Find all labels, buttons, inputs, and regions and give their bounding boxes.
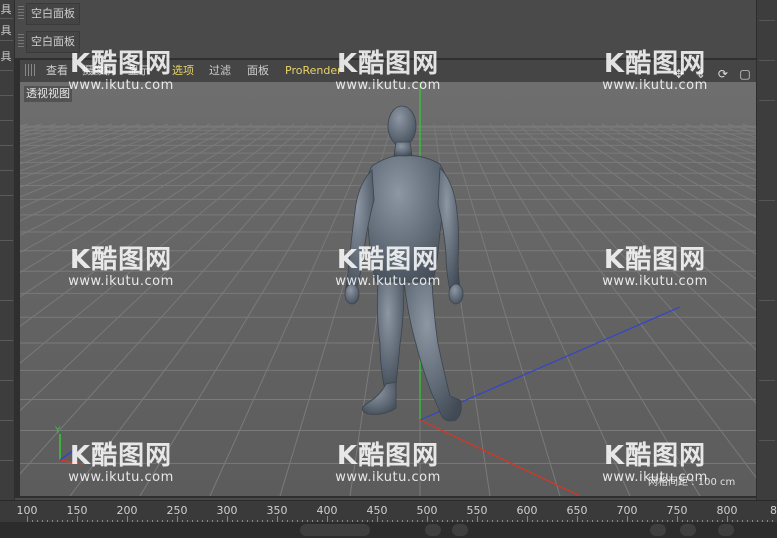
grid-scale-label: 网格间距 : 100 cm <box>648 477 736 488</box>
divider <box>759 200 775 201</box>
divider <box>0 18 13 19</box>
panel-grip-icon[interactable] <box>18 6 24 20</box>
frame-field[interactable] <box>300 524 370 536</box>
divider <box>0 300 13 301</box>
divider <box>0 420 13 421</box>
divider <box>759 380 775 381</box>
axis-gizmo: Y <box>54 426 83 465</box>
tool-tab-3[interactable]: 具 <box>0 48 12 64</box>
divider <box>0 460 13 461</box>
panel-title[interactable]: 空白面板 <box>26 3 80 25</box>
grip-icon[interactable] <box>25 64 37 76</box>
divider <box>0 120 13 121</box>
empty-panel-2: 空白面板 <box>15 29 756 53</box>
divider <box>0 240 13 241</box>
empty-panel-1: 空白面板 <box>15 1 756 25</box>
left-tool-strip: 具 具 具 <box>0 0 15 500</box>
divider <box>0 145 13 146</box>
panel-title[interactable]: 空白面板 <box>26 31 80 53</box>
zoom-view-icon[interactable]: ⇕ <box>694 67 708 81</box>
divider <box>0 340 13 341</box>
divider <box>0 170 13 171</box>
divider <box>0 195 13 196</box>
record-button[interactable] <box>650 524 666 536</box>
viewport-menubar: 查看 摄像机 显示 选项 过滤 面板 ProRender ✥ ⇕ ⟳ ▢ <box>20 60 756 82</box>
menu-filter[interactable]: 过滤 <box>209 63 231 79</box>
divider <box>0 380 13 381</box>
divider <box>0 40 13 41</box>
tool-tab-1[interactable]: 具 <box>0 1 12 17</box>
divider <box>759 60 775 61</box>
axis-y-label: Y <box>54 426 61 436</box>
viewport-nav-icons: ✥ ⇕ ⟳ ▢ <box>669 63 752 81</box>
ruler-tick-label: 85 <box>770 504 777 517</box>
divider <box>759 100 775 101</box>
playback-controls <box>0 522 777 538</box>
divider <box>0 95 13 96</box>
menu-view[interactable]: 查看 <box>46 63 68 79</box>
move-view-icon[interactable]: ✥ <box>672 67 686 81</box>
viewport-canvas[interactable] <box>20 82 756 496</box>
rotate-view-icon[interactable]: ⟳ <box>716 67 730 81</box>
divider <box>759 440 775 441</box>
divider <box>759 300 775 301</box>
view-label[interactable]: 透视视图 <box>24 86 72 102</box>
menu-camera[interactable]: 摄像机 <box>82 63 115 79</box>
menu-panel[interactable]: 面板 <box>247 63 269 79</box>
play-button[interactable] <box>425 524 441 536</box>
divider <box>759 20 775 21</box>
panel-grip-icon[interactable] <box>18 34 24 48</box>
menu-options[interactable]: 选项 <box>172 63 194 79</box>
step-button[interactable] <box>452 524 468 536</box>
keyframe-button[interactable] <box>680 524 696 536</box>
settings-button[interactable] <box>718 524 734 536</box>
menu-prorender[interactable]: ProRender <box>285 63 342 79</box>
timeline-ruler[interactable]: 100 150 200 250 300 350 400 450 500 550 600 650 700 7… <box>0 500 777 523</box>
divider <box>0 70 13 71</box>
tool-tab-2[interactable]: 具 <box>0 22 12 38</box>
menu-display[interactable]: 显示 <box>128 63 150 79</box>
right-tool-strip <box>756 0 777 500</box>
maximize-view-icon[interactable]: ▢ <box>738 67 752 81</box>
perspective-viewport[interactable] <box>20 82 756 496</box>
